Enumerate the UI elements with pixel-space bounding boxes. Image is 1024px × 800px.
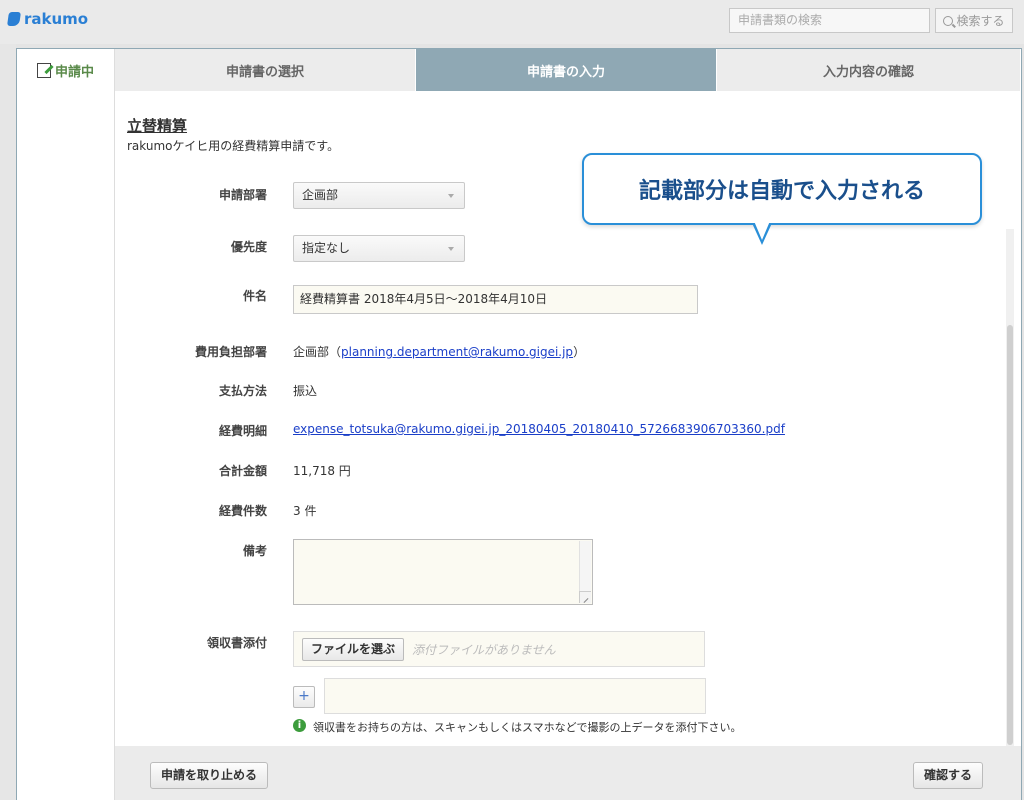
step-input-form[interactable]: 申請書の入力 [416, 49, 717, 91]
textarea-scrollbar[interactable] [579, 541, 591, 591]
total-value: 11,718 円 [293, 464, 351, 478]
additional-file-field[interactable] [324, 678, 706, 714]
cost-dept-name: 企画部（ [293, 345, 342, 359]
add-file-button[interactable]: + [293, 686, 315, 708]
subject-input[interactable]: 経費精算書 2018年4月5日～2018年4月10日 [293, 285, 698, 314]
details-label: 経費明細 [218, 424, 267, 438]
subject-label: 件名 [242, 289, 267, 303]
department-label: 申請部署 [218, 188, 267, 202]
status-indicator[interactable]: 申請中 [37, 61, 94, 80]
search-button-label: 検索する [956, 14, 1005, 28]
annotation-callout: 記載部分は自動で入力される [582, 153, 982, 245]
search-icon [943, 15, 954, 26]
status-sidebar: 申請中 [17, 49, 115, 800]
receipt-label: 領収書添付 [206, 636, 267, 650]
form-scrollbar[interactable] [1006, 229, 1014, 746]
rakumo-logo-icon [7, 12, 21, 26]
priority-select[interactable]: 指定なし [293, 235, 465, 262]
callout-text: 記載部分は自動で入力される [638, 179, 925, 204]
left-background-column [0, 44, 16, 800]
form-description: rakumoケイヒ用の経費精算申請です。 [127, 139, 340, 153]
step-confirm[interactable]: 入力内容の確認 [717, 49, 1021, 91]
priority-value: 指定なし [302, 241, 351, 255]
cost-dept-label: 費用負担部署 [194, 345, 267, 359]
status-label: 申請中 [55, 65, 95, 80]
department-select[interactable]: 企画部 [293, 182, 465, 209]
top-bar: rakumo 申請書類の検索 検索する [0, 0, 1024, 44]
form-title: 立替精算 [127, 117, 188, 135]
no-file-placeholder: 添付ファイルがありません [412, 643, 556, 657]
step-select-form[interactable]: 申請書の選択 [115, 49, 416, 91]
payment-label: 支払方法 [218, 384, 267, 398]
remarks-textarea[interactable] [293, 539, 593, 605]
info-icon: i [293, 719, 306, 732]
cost-dept-suffix: ） [573, 345, 586, 359]
app-logo[interactable]: rakumo [7, 10, 89, 28]
total-label: 合計金額 [218, 464, 267, 478]
search-input[interactable]: 申請書類の検索 [729, 8, 930, 33]
form-footer: 申請を取り止める 確認する [115, 746, 1021, 800]
callout-tail [752, 221, 772, 245]
department-value: 企画部 [302, 188, 339, 202]
count-value: 3 件 [293, 504, 317, 518]
resize-handle-icon[interactable] [579, 591, 591, 603]
chevron-down-icon [448, 247, 454, 251]
confirm-button[interactable]: 確認する [913, 762, 984, 789]
cost-dept-email-link[interactable]: planning.department@rakumo.gigei.jp [341, 345, 573, 359]
remarks-label: 備考 [242, 544, 267, 558]
chevron-down-icon [448, 194, 454, 198]
edit-document-icon [37, 63, 51, 78]
receipt-note: 領収書をお持ちの方は、スキャンもしくはスマホなどで撮影の上データを添付下さい。 [313, 721, 742, 734]
choose-file-button[interactable]: ファイルを選ぶ [302, 638, 405, 661]
receipt-file-box: ファイルを選ぶ 添付ファイルがありません [293, 631, 705, 667]
cancel-application-button[interactable]: 申請を取り止める [150, 762, 269, 789]
priority-label: 優先度 [230, 240, 267, 254]
app-logo-text: rakumo [24, 10, 89, 28]
search-button[interactable]: 検索する [935, 8, 1013, 33]
cost-dept-value: 企画部（planning.department@rakumo.gigei.jp） [293, 343, 585, 360]
payment-value: 振込 [293, 384, 318, 398]
count-label: 経費件数 [218, 504, 267, 518]
scrollbar-thumb[interactable] [1007, 325, 1013, 745]
expense-file-link[interactable]: expense_totsuka@rakumo.gigei.jp_20180405… [293, 422, 785, 436]
step-tabs: 申請書の選択 申請書の入力 入力内容の確認 [115, 49, 1021, 91]
